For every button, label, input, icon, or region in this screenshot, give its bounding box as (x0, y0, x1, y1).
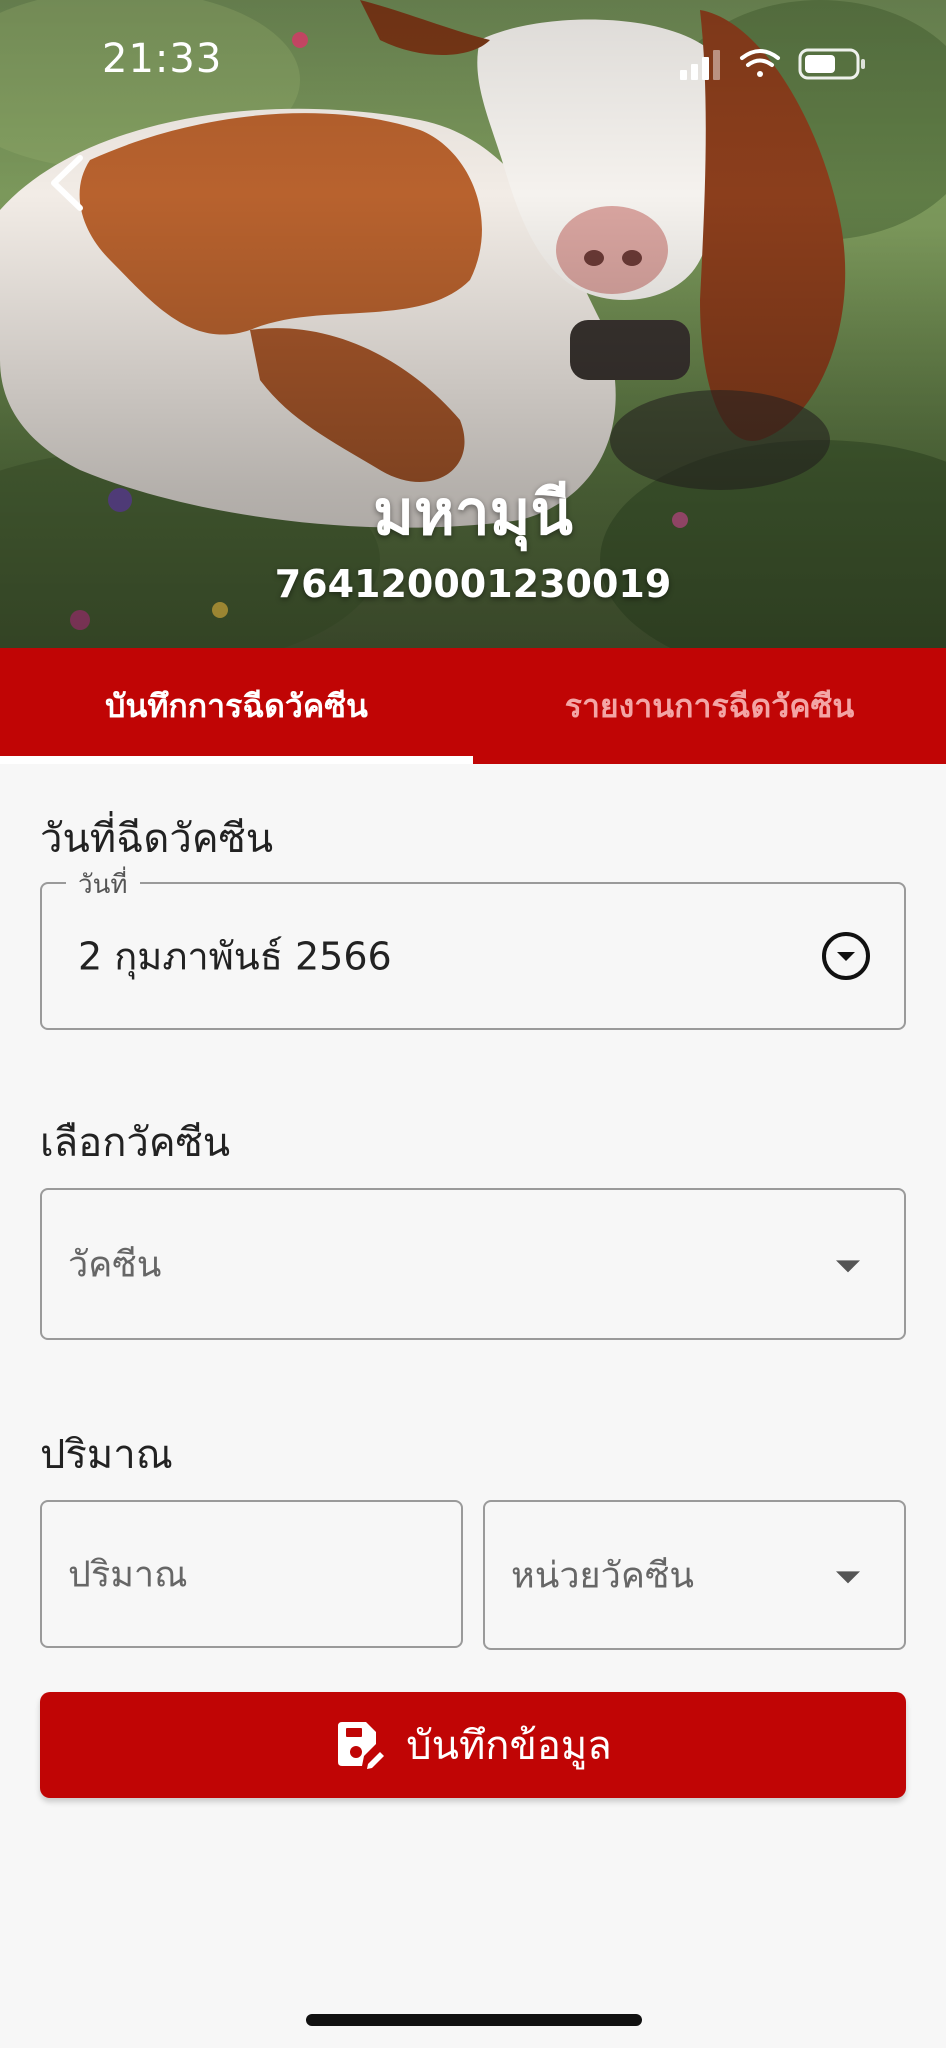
wifi-icon (740, 49, 780, 77)
chevron-down-circle-icon[interactable] (820, 930, 872, 982)
cellular-signal-icon (680, 50, 720, 80)
vaccine-select[interactable]: วัคซีน (40, 1188, 906, 1340)
vaccine-section-label: เลือกวัคซีน (40, 1120, 231, 1166)
active-tab-indicator (0, 756, 473, 764)
dropdown-caret-icon (836, 1571, 860, 1584)
vaccine-unit-select[interactable]: หน่วยวัคซีน (483, 1500, 906, 1650)
amount-placeholder: ปริมาณ (68, 1554, 188, 1596)
unit-placeholder: หน่วยวัคซีน (511, 1555, 694, 1597)
home-indicator (306, 2014, 642, 2026)
date-picker-field[interactable]: วันที่ 2 กุมภาพันธ์ 2566 (40, 864, 906, 1030)
save-button[interactable]: บันทึกข้อมูล (40, 1692, 906, 1798)
amount-section-label: ปริมาณ (40, 1432, 173, 1478)
animal-id: 764120001230019 (274, 562, 672, 606)
back-arrow-icon[interactable] (42, 150, 92, 216)
date-section-label: วันที่ฉีดวัคซีน (40, 816, 274, 862)
save-button-label: บันทึกข้อมูล (406, 1723, 612, 1769)
amount-input[interactable]: ปริมาณ (40, 1500, 463, 1648)
tab-vaccination-report[interactable]: รายงานการฉีดวัคซีน (473, 648, 946, 764)
save-edit-icon (338, 1722, 385, 1769)
tab-record-vaccination[interactable]: บันทึกการฉีดวัคซีน (0, 648, 473, 764)
date-value: 2 กุมภาพันธ์ 2566 (78, 934, 392, 979)
dropdown-caret-icon (836, 1260, 860, 1273)
status-time: 21:33 (102, 36, 223, 82)
animal-name: มหามุนี (373, 476, 573, 549)
tab-bar: บันทึกการฉีดวัคซีน รายงานการฉีดวัคซีน (0, 648, 946, 764)
date-field-legend: วันที่ (66, 864, 140, 905)
status-icons (680, 48, 865, 80)
battery-icon (798, 48, 865, 80)
vaccine-placeholder: วัคซีน (68, 1244, 162, 1286)
